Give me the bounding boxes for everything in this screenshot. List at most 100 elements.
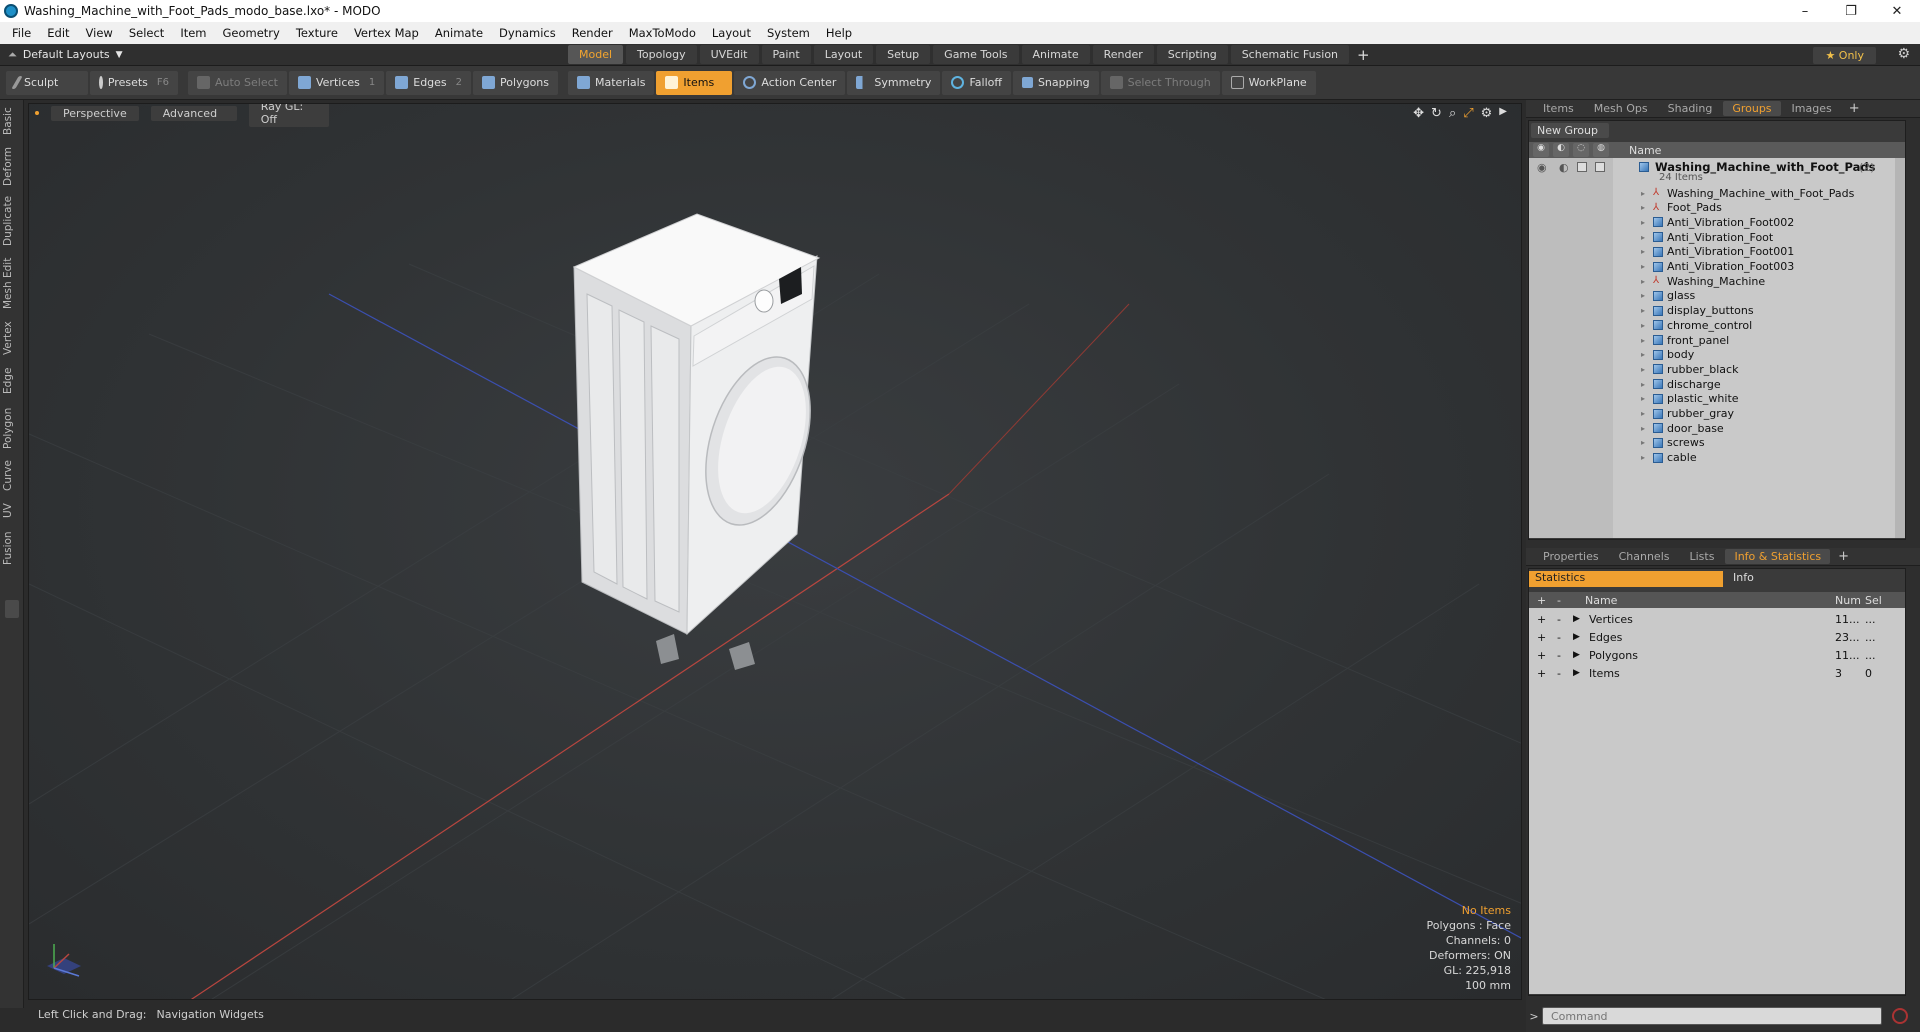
menu-item[interactable]: Item	[172, 26, 214, 40]
minimize-button[interactable]: –	[1782, 0, 1828, 22]
record-macro-icon[interactable]	[1892, 1008, 1908, 1024]
left-tab-uv[interactable]: UV	[2, 500, 22, 522]
statistics-row[interactable]: + - ▶ Items 3 0	[1529, 664, 1905, 682]
select-column-icon[interactable]: ◍	[1593, 143, 1609, 157]
expand-arrow-icon[interactable]: ▸	[1641, 306, 1645, 315]
remove-from-selection-icon[interactable]: -	[1557, 667, 1561, 680]
tab-render[interactable]: Render	[1092, 45, 1154, 64]
expand-arrow-icon[interactable]: ▸	[1641, 453, 1645, 462]
group-child-row[interactable]: ▸ door_base	[1529, 421, 1905, 435]
group-child-row[interactable]: ▸ body	[1529, 348, 1905, 362]
menu-render[interactable]: Render	[564, 26, 621, 40]
left-tab-mesh-edit[interactable]: Mesh Edit	[2, 256, 22, 310]
menu-dynamics[interactable]: Dynamics	[491, 26, 564, 40]
expand-arrow-icon[interactable]: ▸	[1641, 262, 1645, 271]
group-child-row[interactable]: ▸ cable	[1529, 451, 1905, 465]
expand-arrow-icon[interactable]: ▸	[1641, 203, 1645, 212]
default-layouts-dropdown[interactable]: ⏶ Default Layouts ▼	[8, 48, 568, 62]
group-child-row[interactable]: ▸ Anti_Vibration_Foot003	[1529, 260, 1905, 274]
symmetry-button[interactable]: Symmetry	[847, 70, 941, 95]
tab-groups[interactable]: Groups	[1723, 101, 1781, 116]
left-tab-fusion[interactable]: Fusion	[2, 528, 22, 568]
tab-schematic-fusion[interactable]: Schematic Fusion	[1230, 45, 1350, 64]
fit-view-icon[interactable]: ⤢	[1463, 106, 1473, 121]
add-tab-button[interactable]: +	[1357, 46, 1370, 64]
menu-texture[interactable]: Texture	[288, 26, 346, 40]
group-child-row[interactable]: ▸ ⅄ Washing_Machine	[1529, 274, 1905, 288]
scene-render[interactable]	[29, 104, 1522, 1000]
expand-arrow-icon[interactable]: ▶	[1573, 650, 1580, 660]
close-button[interactable]: ✕	[1874, 0, 1920, 22]
subtab-statistics[interactable]: Statistics	[1529, 571, 1723, 587]
render-column-icon[interactable]: ◐	[1553, 143, 1569, 157]
menu-vertex-map[interactable]: Vertex Map	[346, 26, 427, 40]
tab-channels[interactable]: Channels	[1610, 549, 1679, 564]
gear-icon[interactable]: ⚙	[1897, 46, 1910, 62]
menu-maxtomodo[interactable]: MaxToModo	[621, 26, 704, 40]
group-child-row[interactable]: ▸ screws	[1529, 436, 1905, 450]
menu-system[interactable]: System	[759, 26, 818, 40]
expand-arrow-icon[interactable]: ▸	[1641, 233, 1645, 242]
groups-scrollbar[interactable]	[1895, 158, 1905, 538]
tab-model[interactable]: Model	[568, 45, 624, 64]
remove-from-selection-icon[interactable]: -	[1557, 649, 1561, 662]
left-tab-deform[interactable]: Deform	[2, 146, 22, 186]
group-child-row[interactable]: ▸ rubber_black	[1529, 362, 1905, 376]
menu-animate[interactable]: Animate	[427, 26, 491, 40]
expand-arrow-icon[interactable]: ▶	[1573, 614, 1580, 624]
visibility-column-icon[interactable]: ◉	[1533, 143, 1549, 157]
expand-all-icon[interactable]: +	[1537, 594, 1546, 607]
new-group-button[interactable]: New Group	[1531, 123, 1609, 138]
tab-animate[interactable]: Animate	[1021, 45, 1090, 64]
expand-arrow-icon[interactable]: ▸	[1641, 291, 1645, 300]
command-history-icon[interactable]: >	[1526, 1010, 1542, 1023]
materials-button[interactable]: Materials	[568, 70, 655, 95]
expand-arrow-icon[interactable]: ▸	[1641, 365, 1645, 374]
group-child-row[interactable]: ▸ Anti_Vibration_Foot002	[1529, 215, 1905, 229]
menu-select[interactable]: Select	[121, 26, 172, 40]
edges-button[interactable]: Edges 2	[386, 70, 472, 95]
group-child-row[interactable]: ▸ glass	[1529, 289, 1905, 303]
expand-arrow-icon[interactable]: ▸	[1641, 189, 1645, 198]
statistics-row[interactable]: + - ▶ Edges 23......	[1529, 628, 1905, 646]
menu-edit[interactable]: Edit	[39, 26, 77, 40]
expand-arrow-icon[interactable]: ▸	[1641, 218, 1645, 227]
remove-from-selection-icon[interactable]: -	[1557, 631, 1561, 644]
rotate-view-icon[interactable]: ↻	[1431, 106, 1442, 121]
menu-view[interactable]: View	[78, 26, 121, 40]
group-child-row[interactable]: ▸ Anti_Vibration_Foot	[1529, 230, 1905, 244]
tab-lists[interactable]: Lists	[1681, 549, 1724, 564]
statistics-row[interactable]: + - ▶ Polygons 11......	[1529, 646, 1905, 664]
tab-setup[interactable]: Setup	[876, 45, 931, 64]
add-stats-tab-button[interactable]: +	[1832, 549, 1855, 564]
auto-select-button[interactable]: Auto Select	[188, 70, 287, 95]
expand-arrow-icon[interactable]: ▸	[1641, 321, 1645, 330]
select-through-button[interactable]: Select Through	[1100, 70, 1220, 95]
tab-game-tools[interactable]: Game Tools	[933, 45, 1019, 64]
group-child-row[interactable]: ▸ discharge	[1529, 377, 1905, 391]
collapse-icon[interactable]: ⏶	[8, 48, 17, 62]
group-child-row[interactable]: ▸ ⅄ Washing_Machine_with_Foot_Pads	[1529, 186, 1905, 200]
expand-arrow-icon[interactable]: ▸	[1641, 350, 1645, 359]
menu-file[interactable]: File	[4, 26, 39, 40]
expand-arrow-icon[interactable]: ▸	[1641, 380, 1645, 389]
raygl-toggle[interactable]: Ray GL: Off	[248, 104, 329, 127]
expand-arrow-icon[interactable]: ▸	[1641, 247, 1645, 256]
left-tab-duplicate[interactable]: Duplicate	[2, 196, 22, 246]
left-tab-basic[interactable]: Basic	[2, 104, 22, 138]
subtab-info[interactable]: Info	[1723, 571, 1754, 587]
group-child-row[interactable]: ▸ ⅄ Foot_Pads	[1529, 201, 1905, 215]
tab-shading[interactable]: Shading	[1659, 101, 1722, 116]
group-child-row[interactable]: ▸ front_panel	[1529, 333, 1905, 347]
washing-machine-model[interactable]	[572, 213, 830, 670]
command-input[interactable]	[1542, 1007, 1882, 1025]
group-child-row[interactable]: ▸ display_buttons	[1529, 304, 1905, 318]
viewport-menu-dot[interactable]	[35, 111, 39, 115]
perspective-dropdown[interactable]: Perspective	[51, 105, 139, 121]
move-view-icon[interactable]: ✥	[1413, 106, 1424, 121]
action-center-button[interactable]: Action Center	[734, 70, 846, 95]
add-to-selection-icon[interactable]: +	[1537, 631, 1546, 644]
expand-arrow-icon[interactable]: ▶	[1573, 632, 1580, 642]
sculpt-button[interactable]: Sculpt	[6, 70, 88, 95]
group-child-row[interactable]: ▸ chrome_control	[1529, 318, 1905, 332]
